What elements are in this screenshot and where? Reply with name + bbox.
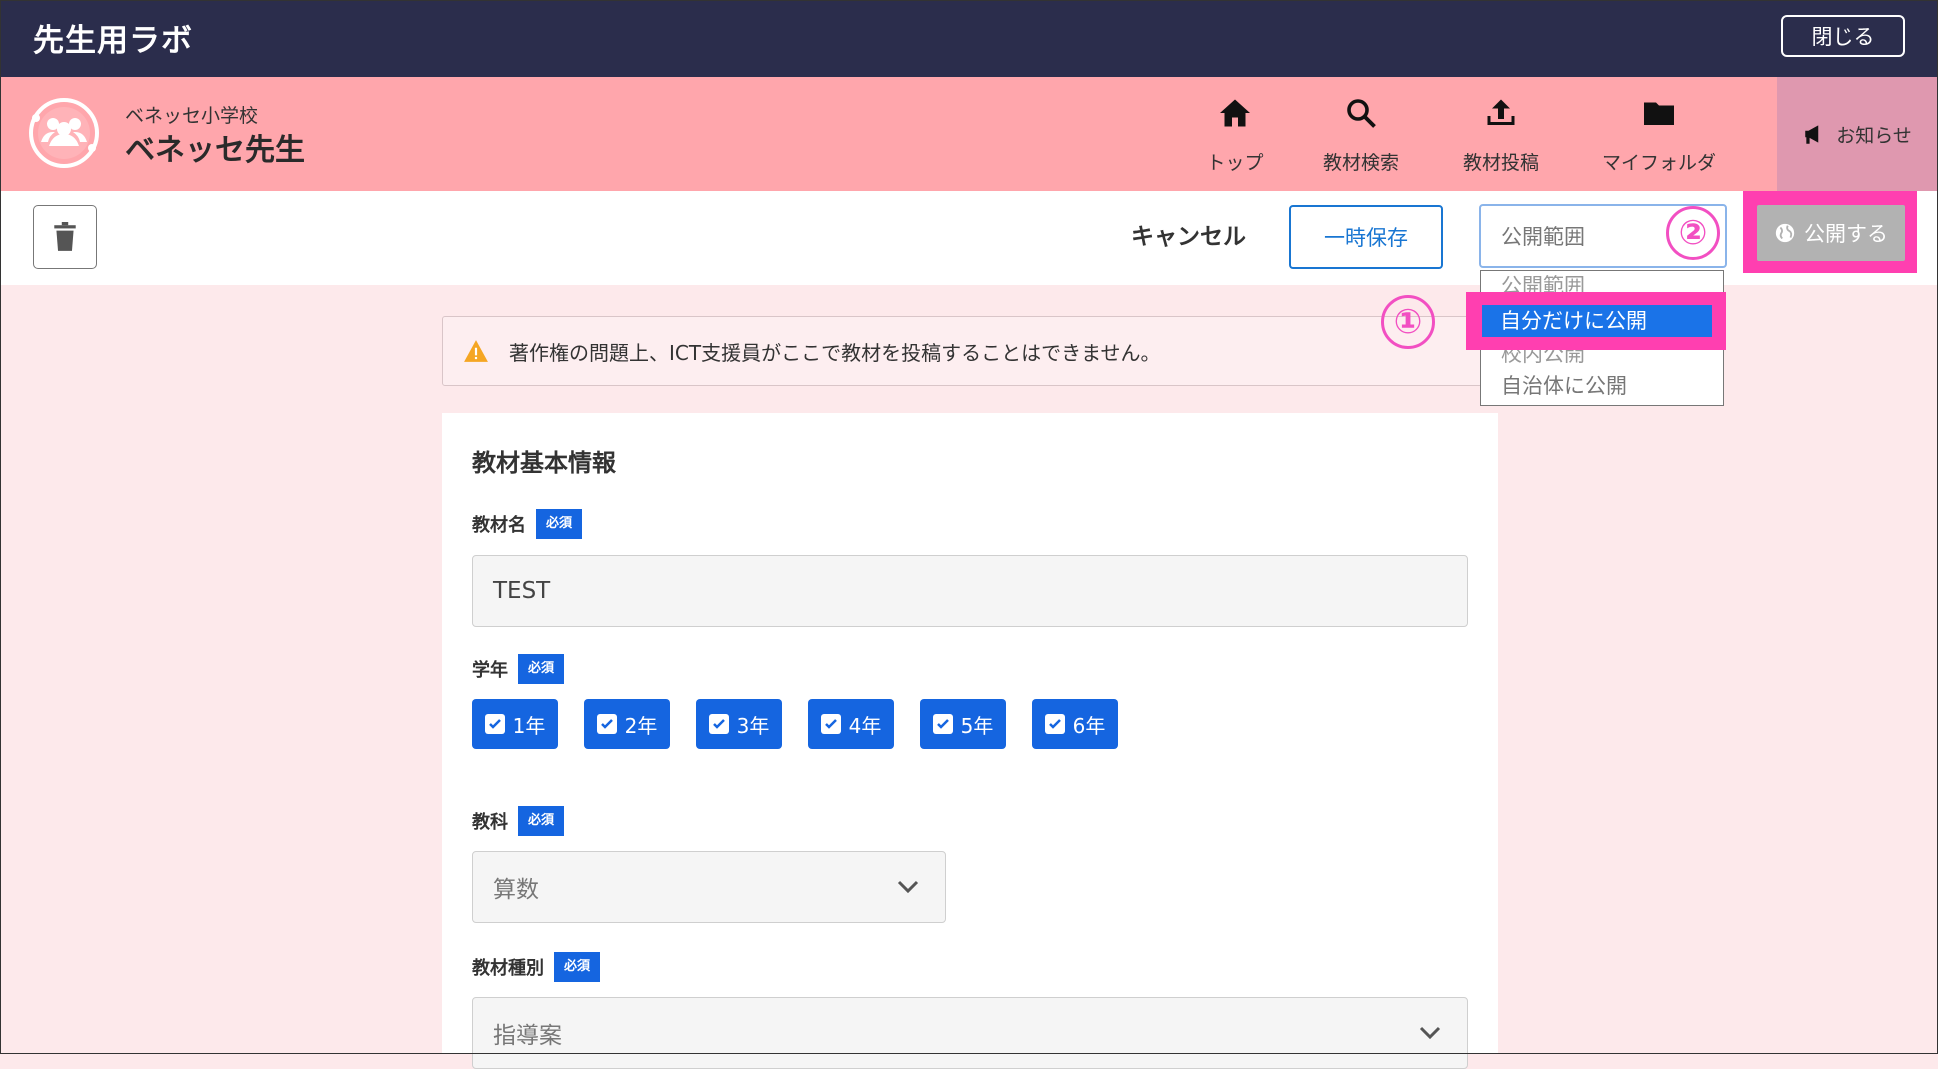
grade-checkbox-1[interactable]: 1年 <box>472 699 558 749</box>
grade-checkbox-2[interactable]: 2年 <box>584 699 670 749</box>
checked-icon <box>484 714 505 734</box>
grade-label-1: 1年 <box>512 713 546 738</box>
subject-label-text: 教科 <box>472 812 508 833</box>
grade-checkbox-4[interactable]: 4年 <box>808 699 894 749</box>
grade-checkbox-5[interactable]: 5年 <box>920 699 1006 749</box>
material-type-label-text: 教材種別 <box>472 958 544 979</box>
checked-icon <box>932 714 953 734</box>
nav-material-search-label: 教材検索 <box>1322 152 1399 174</box>
material-name-input[interactable]: TEST <box>472 555 1468 627</box>
material-name-label: 教材名 必須 <box>472 509 583 539</box>
scope-option-private[interactable]: 自分だけに公開 <box>1482 305 1712 337</box>
required-badge: 必須 <box>518 654 565 684</box>
search-icon <box>1347 99 1376 128</box>
users-logo-icon <box>29 98 99 168</box>
app-title: 先生用ラボ <box>33 23 193 59</box>
annotation-marker-1: ① <box>1381 295 1435 349</box>
user-name: ベネッセ先生 <box>125 133 305 168</box>
checked-icon <box>1044 714 1065 734</box>
notice-button[interactable]: お知らせ <box>1777 77 1937 191</box>
grade-label-5: 5年 <box>960 713 994 738</box>
annotation-marker-2: ② <box>1666 206 1720 260</box>
trash-icon <box>54 222 76 251</box>
required-badge: 必須 <box>518 806 565 836</box>
nav-material-search[interactable]: 教材検索 <box>1311 95 1411 175</box>
folder-icon <box>1644 102 1674 125</box>
notice-label: お知らせ <box>1836 124 1912 147</box>
grade-label: 学年 必須 <box>472 654 565 684</box>
warning-text: 著作権の問題上、ICT支援員がここで教材を投稿することはできません。 <box>509 340 1161 365</box>
app-topbar: 先生用ラボ 閉じる <box>1 1 1937 77</box>
material-name-label-text: 教材名 <box>472 515 526 536</box>
grade-label-6: 6年 <box>1072 713 1106 738</box>
scope-option-municipality[interactable]: 自治体に公開 <box>1481 371 1723 401</box>
publish-scope-placeholder: 公開範囲 <box>1501 225 1585 249</box>
grade-label-2: 2年 <box>624 713 658 738</box>
nav-material-post[interactable]: 教材投稿 <box>1451 95 1551 175</box>
warning-icon <box>464 340 488 362</box>
school-name: ベネッセ小学校 <box>125 105 259 127</box>
material-type-select-value: 指導案 <box>493 1023 562 1049</box>
material-info-card: 教材基本情報 教材名 必須 TEST 学年 必須 1年 2年 3年 4年 5年 … <box>442 413 1498 1069</box>
nav-my-folder[interactable]: マイフォルダ <box>1593 95 1725 175</box>
nav-my-folder-label: マイフォルダ <box>1601 152 1716 174</box>
subject-select[interactable]: 算数 <box>472 851 946 923</box>
grade-checkbox-6[interactable]: 6年 <box>1032 699 1118 749</box>
checked-icon <box>708 714 729 734</box>
nav-top-label: トップ <box>1206 152 1264 174</box>
publish-button-label: 公開する <box>1804 222 1888 246</box>
grade-checkbox-3[interactable]: 3年 <box>696 699 782 749</box>
grade-label-text: 学年 <box>472 660 508 681</box>
section-title: 教材基本情報 <box>472 449 616 477</box>
grade-label-4: 4年 <box>848 713 882 738</box>
draft-save-button[interactable]: 一時保存 <box>1289 205 1443 269</box>
subject-select-value: 算数 <box>493 877 539 903</box>
chevron-down-icon <box>1419 1026 1441 1040</box>
upload-icon <box>1487 99 1515 125</box>
megaphone-icon <box>1805 125 1819 144</box>
chevron-down-icon <box>897 880 919 894</box>
material-type-select[interactable]: 指導案 <box>472 997 1468 1069</box>
close-button[interactable]: 閉じる <box>1781 15 1905 57</box>
grade-label-3: 3年 <box>736 713 770 738</box>
publish-button[interactable]: 公開する <box>1757 205 1905 261</box>
site-header: ベネッセ小学校 ベネッセ先生 トップ 教材検索 教材投稿 マイフォルダ お知らせ <box>1 77 1937 191</box>
cancel-button[interactable]: キャンセル <box>1131 217 1246 251</box>
subject-label: 教科 必須 <box>472 806 565 836</box>
delete-button[interactable] <box>33 205 97 269</box>
nav-top[interactable]: トップ <box>1197 95 1273 175</box>
checked-icon <box>596 714 617 734</box>
copyright-warning: 著作権の問題上、ICT支援員がここで教材を投稿することはできません。 <box>442 316 1498 386</box>
required-badge: 必須 <box>536 509 583 539</box>
home-icon <box>1220 99 1250 127</box>
material-type-label: 教材種別 必須 <box>472 952 601 982</box>
nav-material-post-label: 教材投稿 <box>1462 152 1539 174</box>
globe-icon <box>1775 223 1795 243</box>
required-badge: 必須 <box>554 952 601 982</box>
checked-icon <box>820 714 841 734</box>
